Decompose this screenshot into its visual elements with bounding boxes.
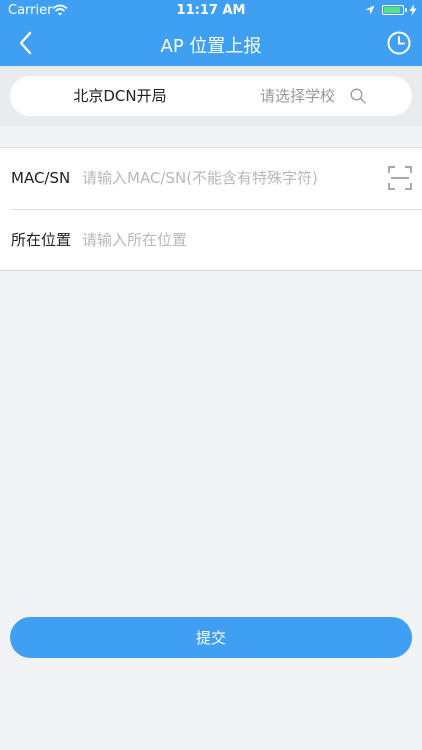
charging-icon [409, 4, 417, 16]
filter-area: 北京DCN开局 请选择学校 [0, 66, 422, 126]
submit-button[interactable]: 提交 [10, 617, 412, 658]
school-select[interactable]: 请选择学校 [260, 76, 390, 116]
mac-row: MAC/SN [0, 148, 422, 209]
top-bar: Carrier 11:17 AM AP 位置上报 [0, 0, 422, 66]
location-arrow-icon [365, 5, 375, 15]
clock-icon[interactable] [386, 30, 412, 56]
battery-level [384, 7, 401, 13]
mac-label: MAC/SN [11, 169, 71, 187]
location-row: 所在位置 [0, 210, 422, 271]
mac-input[interactable] [82, 166, 372, 190]
search-icon[interactable] [350, 88, 366, 104]
battery-tip [405, 8, 407, 12]
organization-label[interactable]: 北京DCN开局 [10, 76, 230, 116]
location-input[interactable] [82, 228, 402, 252]
scan-icon[interactable] [388, 166, 412, 190]
page-title: AP 位置上报 [160, 36, 262, 57]
location-label: 所在位置 [11, 231, 72, 249]
clock-time: 11:17 AM [176, 3, 246, 18]
battery-icon [382, 5, 404, 15]
status-bar: Carrier 11:17 AM [0, 0, 422, 22]
report-form: MAC/SN 所在位置 [0, 147, 422, 271]
filter-pill: 北京DCN开局 请选择学校 [10, 76, 412, 116]
